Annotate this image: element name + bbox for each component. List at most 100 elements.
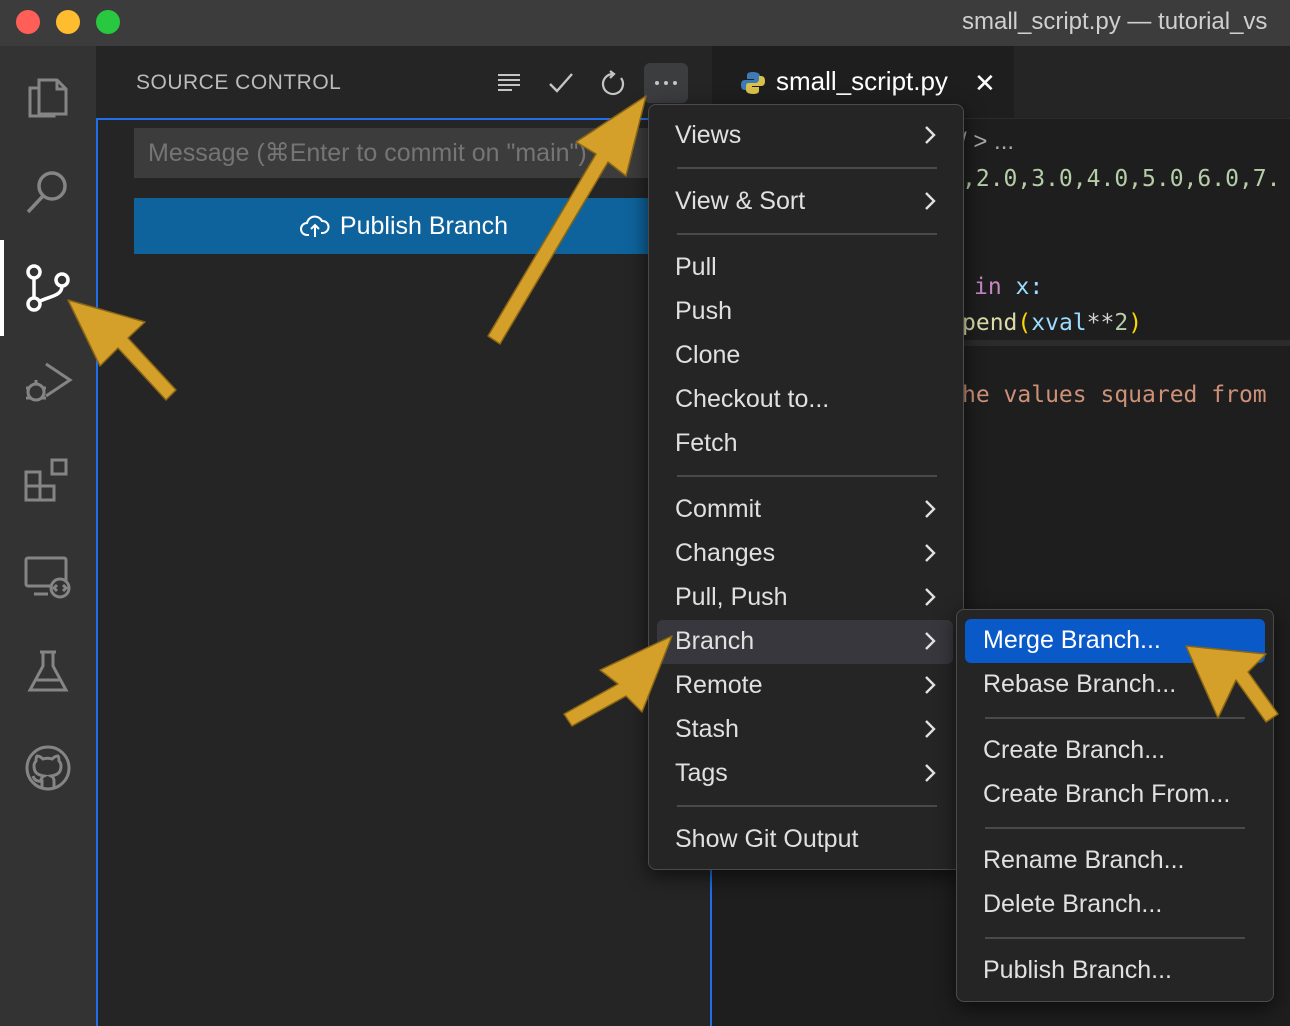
run-debug-icon[interactable] [0,336,96,432]
menu-item-label: Rebase Branch... [983,670,1177,698]
menu-item-clone[interactable]: Clone [657,334,953,378]
more-actions-menu: Views View & Sort Pull Push Clone Checko… [648,104,964,870]
menu-item-view-sort[interactable]: View & Sort [657,180,953,224]
menu-item-label: Commit [675,495,762,523]
menu-item-label: Clone [675,341,741,369]
panel-title: SOURCE CONTROL [136,71,342,94]
explorer-icon[interactable] [0,48,96,144]
menu-item-label: Remote [675,671,763,699]
github-icon[interactable] [0,720,96,816]
source-control-icon[interactable] [0,240,96,336]
menu-item-label: Pull, Push [675,583,788,611]
submenu-item-rebase-branch[interactable]: Rebase Branch... [965,663,1265,707]
activity-bar [0,46,96,1026]
search-icon[interactable] [0,144,96,240]
menu-separator [985,717,1245,719]
submenu-item-rename-branch[interactable]: Rename Branch... [965,839,1265,883]
menu-item-remote[interactable]: Remote [657,664,953,708]
close-window-button[interactable] [16,10,40,34]
submenu-item-merge-branch[interactable]: Merge Branch... [965,619,1265,663]
focus-border [96,118,98,1026]
submenu-item-publish-branch[interactable]: Publish Branch... [965,949,1265,993]
menu-item-changes[interactable]: Changes [657,532,953,576]
chevron-right-icon [925,192,936,210]
close-tab-icon[interactable]: ✕ [974,68,996,99]
chevron-right-icon [925,126,936,144]
code-bracket: ) [1128,310,1143,336]
testing-icon[interactable] [0,624,96,720]
title-bar: small_script.py — tutorial_vs [0,0,1290,46]
view-as-tree-icon[interactable] [492,66,526,100]
menu-item-label: Branch [675,627,755,655]
submenu-item-delete-branch[interactable]: Delete Branch... [965,883,1265,927]
code-variable: x: [1001,274,1044,300]
menu-item-show-git-output[interactable]: Show Git Output [657,818,953,862]
menu-separator [677,167,937,169]
focus-border [96,118,712,120]
menu-item-checkout[interactable]: Checkout to... [657,378,953,422]
menu-item-commit[interactable]: Commit [657,488,953,532]
zoom-window-button[interactable] [96,10,120,34]
chevron-right-icon [925,632,936,650]
menu-item-label: Fetch [675,429,738,457]
commit-message-input[interactable] [134,128,674,178]
code-bracket: ( [1017,310,1032,336]
breadcrumb: / > ... [960,128,1015,155]
minimize-window-button[interactable] [56,10,80,34]
menu-item-label: Stash [675,715,739,743]
menu-separator [677,233,937,235]
menu-item-label: View & Sort [675,187,806,215]
menu-item-push[interactable]: Push [657,290,953,334]
menu-separator [677,805,937,807]
menu-item-label: Pull [675,253,717,281]
chevron-right-icon [925,588,936,606]
menu-item-label: Checkout to... [675,385,830,413]
panel-header: SOURCE CONTROL [96,46,712,120]
python-file-icon [741,72,765,94]
menu-item-fetch[interactable]: Fetch [657,422,953,466]
refresh-icon[interactable] [596,66,630,100]
tab-label: small_script.py [776,66,948,96]
submenu-item-create-branch-from[interactable]: Create Branch From... [965,773,1265,817]
chevron-right-icon [925,676,936,694]
menu-item-label: Views [675,121,742,149]
submenu-item-create-branch[interactable]: Create Branch... [965,729,1265,773]
menu-item-label: Delete Branch... [983,890,1163,918]
code-function: pend [962,310,1018,336]
menu-item-tags[interactable]: Tags [657,752,953,796]
menu-item-pull-push[interactable]: Pull, Push [657,576,953,620]
code-operator: ** [1086,310,1115,336]
commit-check-icon[interactable] [544,66,578,100]
extensions-icon[interactable] [0,432,96,528]
chevron-right-icon [925,544,936,562]
menu-item-pull[interactable]: Pull [657,246,953,290]
publish-branch-label: Publish Branch [339,211,509,240]
menu-item-label: Tags [675,759,728,787]
menu-item-label: Merge Branch... [983,626,1161,654]
remote-explorer-icon[interactable] [0,528,96,624]
publish-branch-button[interactable]: Publish Branch [134,198,674,254]
branch-submenu: Merge Branch... Rebase Branch... Create … [956,609,1274,1002]
menu-item-label: Create Branch From... [983,780,1231,808]
code-comment: he values squared from [962,382,1267,408]
code-keyword: in [974,274,1002,300]
source-control-panel: SOURCE CONTROL [96,46,712,1026]
menu-item-label: Rename Branch... [983,846,1185,874]
code-number: 2 [1114,310,1129,336]
code-variable: xval [1031,310,1087,336]
menu-item-views[interactable]: Views [657,114,953,158]
menu-separator [985,827,1245,829]
menu-item-branch[interactable]: Branch [657,620,953,664]
chevron-right-icon [925,720,936,738]
chevron-right-icon [925,500,936,518]
chevron-right-icon [925,764,936,782]
more-actions-button[interactable] [644,63,688,103]
divider [960,118,1290,119]
menu-item-stash[interactable]: Stash [657,708,953,752]
code-line: ,2.0,3.0,4.0,5.0,6.0,7. [962,166,1281,192]
menu-item-label: Show Git Output [675,825,859,853]
menu-item-label: Push [675,297,732,325]
menu-item-label: Create Branch... [983,736,1166,764]
menu-separator [677,475,937,477]
menu-item-label: Publish Branch... [983,956,1172,984]
